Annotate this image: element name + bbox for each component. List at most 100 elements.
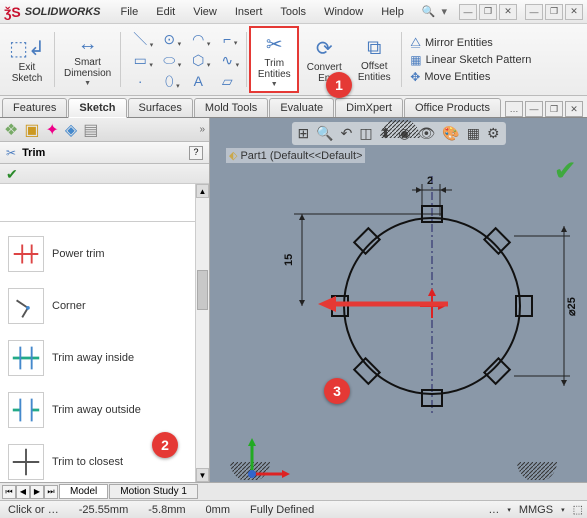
tab-office-products[interactable]: Office Products xyxy=(404,98,501,117)
zoom-area-icon[interactable]: 🔍 xyxy=(314,124,335,143)
panel-scrollbar[interactable]: ▲ ▼ xyxy=(195,184,209,482)
option-trim-away-inside[interactable]: Trim away inside xyxy=(2,332,207,384)
panel-expand-icon[interactable]: » xyxy=(199,124,205,135)
dropdown-icon: ▼ xyxy=(84,80,91,87)
smart-dimension-button[interactable]: ↔ Smart Dimension ▼ xyxy=(57,26,118,93)
mirror-entities-button[interactable]: ⧋ Mirror Entities xyxy=(410,35,531,50)
apply-scene-icon[interactable]: ▦ xyxy=(465,124,482,143)
corner-icon xyxy=(8,288,44,324)
move-entities-button[interactable]: ✥ Move Entities xyxy=(410,70,531,84)
configuration-manager-tab-icon[interactable]: ✦ xyxy=(45,120,58,140)
tab-surfaces[interactable]: Surfaces xyxy=(128,98,193,117)
tab-prev-button[interactable]: ◀ xyxy=(16,485,30,499)
trim-entities-button[interactable]: ✂ Trim Entities ▼ xyxy=(249,26,299,93)
exit-sketch-button[interactable]: ⬚↲ Exit Sketch xyxy=(2,26,52,93)
menu-edit[interactable]: Edit xyxy=(148,4,183,20)
tab-nav-buttons: ⏮ ◀ ▶ ⏭ xyxy=(2,485,58,499)
flyout-feature-tree[interactable]: ⬖ Part1 (Default<<Default> xyxy=(226,148,365,163)
offset-entities-icon: ⧉ xyxy=(367,37,381,60)
menu-file[interactable]: File xyxy=(113,4,147,20)
plane-tool-icon[interactable]: ▱ xyxy=(222,73,233,90)
line-tool-icon[interactable]: ＼▾ xyxy=(133,29,147,49)
property-manager-tab-icon[interactable]: ▣ xyxy=(24,120,39,140)
manager-tabs: ❖ ▣ ✦ ◈ ▤ » xyxy=(0,118,209,142)
pattern-icon: ▦ xyxy=(410,53,421,67)
text-tool-icon[interactable]: A xyxy=(194,73,203,89)
edit-appearance-icon[interactable]: 🎨 xyxy=(440,124,461,143)
window-controls: — ❐ ✕ xyxy=(525,4,583,20)
scroll-down-button[interactable]: ▼ xyxy=(196,468,209,482)
tab-overflow-controls: … — ❐ ✕ xyxy=(505,101,587,117)
option-corner[interactable]: Corner xyxy=(2,280,207,332)
menu-insert[interactable]: Insert xyxy=(227,4,271,20)
dimension-2: 2 xyxy=(427,176,433,187)
spline-tool-icon[interactable]: ∿▾ xyxy=(221,52,233,69)
offset-entities-button[interactable]: ⧉ Offset Entities xyxy=(349,26,399,93)
slot-tool-icon[interactable]: ⬭▾ xyxy=(163,52,175,69)
child-maximize-button[interactable]: ❐ xyxy=(479,4,497,20)
overflow-button[interactable]: … xyxy=(505,101,523,117)
graphics-area[interactable]: ⊞ 🔍 ↶ ◫ ⬍ ◉ 👁 🎨 ▦ ⚙ ⬖ Part1 (Default<<De… xyxy=(210,118,587,482)
tab-evaluate[interactable]: Evaluate xyxy=(269,98,334,117)
display-manager-tab-icon[interactable]: ▤ xyxy=(83,120,98,140)
polygon-tool-icon[interactable]: ⬡▾ xyxy=(192,52,204,69)
dropdown-icon[interactable]: ▾ xyxy=(507,506,511,514)
child-close-button[interactable]: ✕ xyxy=(499,4,517,20)
previous-view-icon[interactable]: ↶ xyxy=(339,124,355,143)
menu-view[interactable]: View xyxy=(185,4,225,20)
part-icon: ⬖ xyxy=(229,149,237,162)
dimxpert-manager-tab-icon[interactable]: ◈ xyxy=(65,120,77,140)
rectangle-tool-icon[interactable]: ▭▾ xyxy=(134,52,147,69)
option-power-trim[interactable]: Power trim xyxy=(2,228,207,280)
menu-help[interactable]: Help xyxy=(373,4,412,20)
dropdown-icon[interactable]: ▾ xyxy=(561,506,565,514)
ellipse-tool-icon[interactable]: ⬯▾ xyxy=(165,73,174,90)
feature-manager-tab-icon[interactable]: ❖ xyxy=(4,120,18,140)
app-name: SOLIDWORKS xyxy=(25,6,101,18)
search-icon[interactable]: 🔍 xyxy=(422,5,436,18)
ok-button-icon[interactable]: ✔ xyxy=(6,166,18,182)
menu-window[interactable]: Window xyxy=(316,4,371,20)
tab-mold-tools[interactable]: Mold Tools xyxy=(194,98,268,117)
tab-close-button[interactable]: ✕ xyxy=(565,101,583,117)
callout-2-badge: 2 xyxy=(152,432,178,458)
point-tool-icon[interactable]: · xyxy=(138,73,143,89)
minimize-button[interactable]: — xyxy=(525,4,543,20)
arc-tool-icon[interactable]: ◠▾ xyxy=(192,31,204,48)
dropdown-icon: ▼ xyxy=(271,81,278,88)
circle-tool-icon[interactable]: ⊙▾ xyxy=(163,31,175,48)
section-view-icon[interactable]: ◫ xyxy=(357,124,374,143)
maximize-button[interactable]: ❐ xyxy=(545,4,563,20)
solidworks-logo-icon: ǯS xyxy=(4,4,21,20)
tab-last-button[interactable]: ⏭ xyxy=(44,485,58,499)
close-button[interactable]: ✕ xyxy=(565,4,583,20)
option-trim-away-outside[interactable]: Trim away outside xyxy=(2,384,207,436)
command-tabstrip: Features Sketch Surfaces Mold Tools Eval… xyxy=(0,96,587,118)
scroll-thumb[interactable] xyxy=(197,270,208,310)
scroll-up-button[interactable]: ▲ xyxy=(196,184,209,198)
trim-closest-icon xyxy=(8,444,44,480)
property-manager-panel: ❖ ▣ ✦ ◈ ▤ » ✂ Trim ? ✔ Power trim Corner xyxy=(0,118,210,482)
tab-restore-button[interactable]: ❐ xyxy=(545,101,563,117)
panel-help-button[interactable]: ? xyxy=(189,146,203,160)
help-dropdown-icon[interactable]: ▾ xyxy=(442,5,448,18)
sketch-tools-grid: ＼▾ ⊙▾ ◠▾ ⌐▾ ▭▾ ⬭▾ ⬡▾ ∿▾ · ⬯▾ A ▱ xyxy=(123,26,244,93)
fillet-tool-icon[interactable]: ⌐▾ xyxy=(223,31,231,47)
motion-study-tabs: ⏮ ◀ ▶ ⏭ Model Motion Study 1 xyxy=(0,482,587,500)
tab-features[interactable]: Features xyxy=(2,98,67,117)
tab-sketch[interactable]: Sketch xyxy=(68,98,126,118)
modify-tools-list: ⧋ Mirror Entities ▦ Linear Sketch Patter… xyxy=(404,26,537,93)
view-settings-icon[interactable]: ⚙ xyxy=(485,124,502,143)
motion-study-tab[interactable]: Motion Study 1 xyxy=(109,484,198,499)
menu-tools[interactable]: Tools xyxy=(272,4,314,20)
child-minimize-button[interactable]: — xyxy=(459,4,477,20)
status-extras[interactable]: ⬚ xyxy=(573,503,583,516)
model-tab[interactable]: Model xyxy=(59,484,108,499)
tab-next-button[interactable]: ▶ xyxy=(30,485,44,499)
tab-first-button[interactable]: ⏮ xyxy=(2,485,16,499)
zoom-fit-icon[interactable]: ⊞ xyxy=(295,124,311,143)
tab-minimize-button[interactable]: — xyxy=(525,101,543,117)
linear-pattern-button[interactable]: ▦ Linear Sketch Pattern xyxy=(410,53,531,67)
tab-dimxpert[interactable]: DimXpert xyxy=(335,98,403,117)
exit-sketch-icon: ⬚↲ xyxy=(9,36,45,61)
